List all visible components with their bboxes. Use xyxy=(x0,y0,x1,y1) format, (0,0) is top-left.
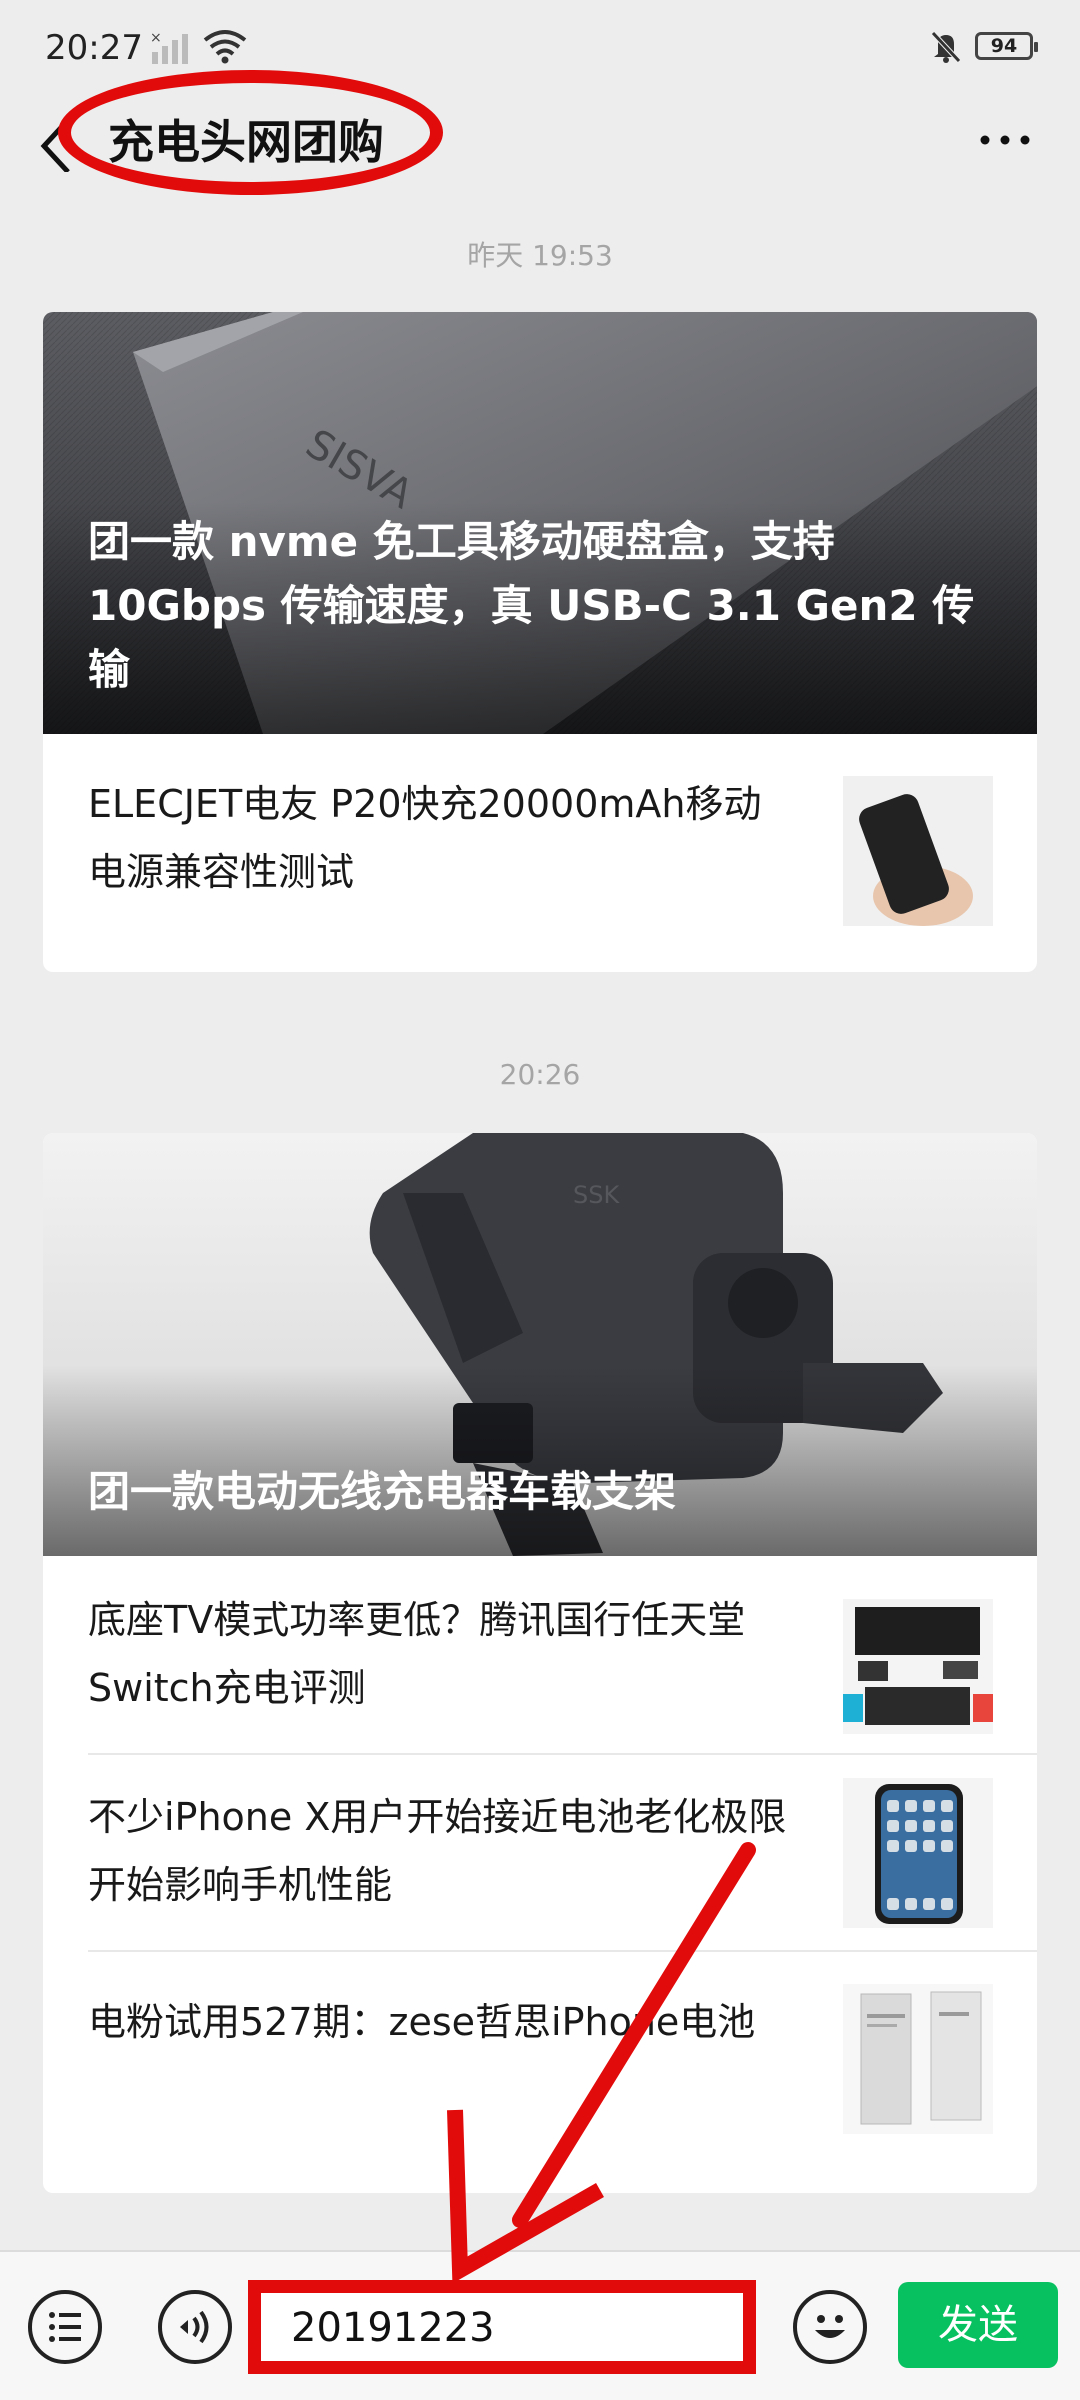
list-menu-icon xyxy=(49,2312,81,2342)
article-title: 电粉试用527期：zese哲思iPhone电池 xyxy=(88,2000,756,2044)
message-timestamp: 20:26 xyxy=(499,1058,581,1091)
item-divider xyxy=(88,1950,1037,1952)
svg-text:×: × xyxy=(150,30,162,46)
message-input-field[interactable]: 20191223 xyxy=(248,2280,756,2374)
thumbnail-battery xyxy=(843,1984,993,2134)
item-divider xyxy=(88,1753,1037,1755)
thumbnail-switch xyxy=(843,1599,993,1734)
article-title: 不少iPhone X用户开始接近电池老化极限 开始影响手机性能 xyxy=(88,1795,787,1907)
thumbnail-iphone-x xyxy=(843,1778,993,1928)
article-hero[interactable]: SISVA 团一款 nvme 免工具移动硬盘盒，支持 10Gbps 传输速度，真… xyxy=(43,312,1037,734)
menu-toggle-button[interactable] xyxy=(28,2290,102,2364)
article-hero[interactable]: SSK 团一款电动无线充电器车载支架 xyxy=(43,1133,1037,1556)
article-item[interactable]: 电粉试用527期：zese哲思iPhone电池 xyxy=(43,1950,1037,2190)
hero-caption: 团一款 nvme 免工具移动硬盘盒，支持 10Gbps 传输速度，真 USB-C… xyxy=(88,517,975,694)
more-options-icon[interactable] xyxy=(975,125,1035,155)
thumbnail-power-bank xyxy=(843,776,993,926)
chat-header: 充电头网团购 xyxy=(0,70,1080,230)
annotation-ellipse xyxy=(58,70,443,195)
send-button[interactable]: 发送 xyxy=(898,2282,1058,2368)
article-card: SISVA 团一款 nvme 免工具移动硬盘盒，支持 10Gbps 传输速度，真… xyxy=(43,312,1037,972)
mute-bell-icon xyxy=(931,31,961,63)
input-value: 20191223 xyxy=(291,2305,495,2351)
hero-caption: 团一款电动无线充电器车载支架 xyxy=(88,1467,677,1516)
emoji-smile-icon xyxy=(815,2315,845,2338)
voice-icon xyxy=(180,2310,209,2344)
article-title: ELECJET电友 P20快充20000mAh移动电源兼容性测试 xyxy=(88,782,762,894)
battery-indicator: 94 xyxy=(975,32,1038,60)
article-item[interactable]: 底座TV模式功率更低？腾讯国行任天堂Switch充电评测 xyxy=(43,1556,1037,1753)
status-time: 20:27 xyxy=(45,28,143,68)
article-title: 底座TV模式功率更低？腾讯国行任天堂Switch充电评测 xyxy=(88,1598,746,1710)
message-timestamp: 昨天 19:53 xyxy=(467,239,613,272)
emoji-button[interactable] xyxy=(793,2290,867,2364)
voice-toggle-button[interactable] xyxy=(158,2290,232,2364)
signal-icon: × xyxy=(150,30,188,64)
article-item[interactable]: ELECJET电友 P20快充20000mAh移动电源兼容性测试 xyxy=(43,734,1037,972)
article-item[interactable]: 不少iPhone X用户开始接近电池老化极限 开始影响手机性能 xyxy=(43,1753,1037,1950)
wifi-icon xyxy=(203,30,247,64)
chat-input-bar: 20191223 发送 xyxy=(0,2250,1080,2400)
article-card: SSK 团一款电动无线充电器车载支架 底座TV模式功率更低？腾讯国行任天堂Swi… xyxy=(43,1133,1037,2193)
